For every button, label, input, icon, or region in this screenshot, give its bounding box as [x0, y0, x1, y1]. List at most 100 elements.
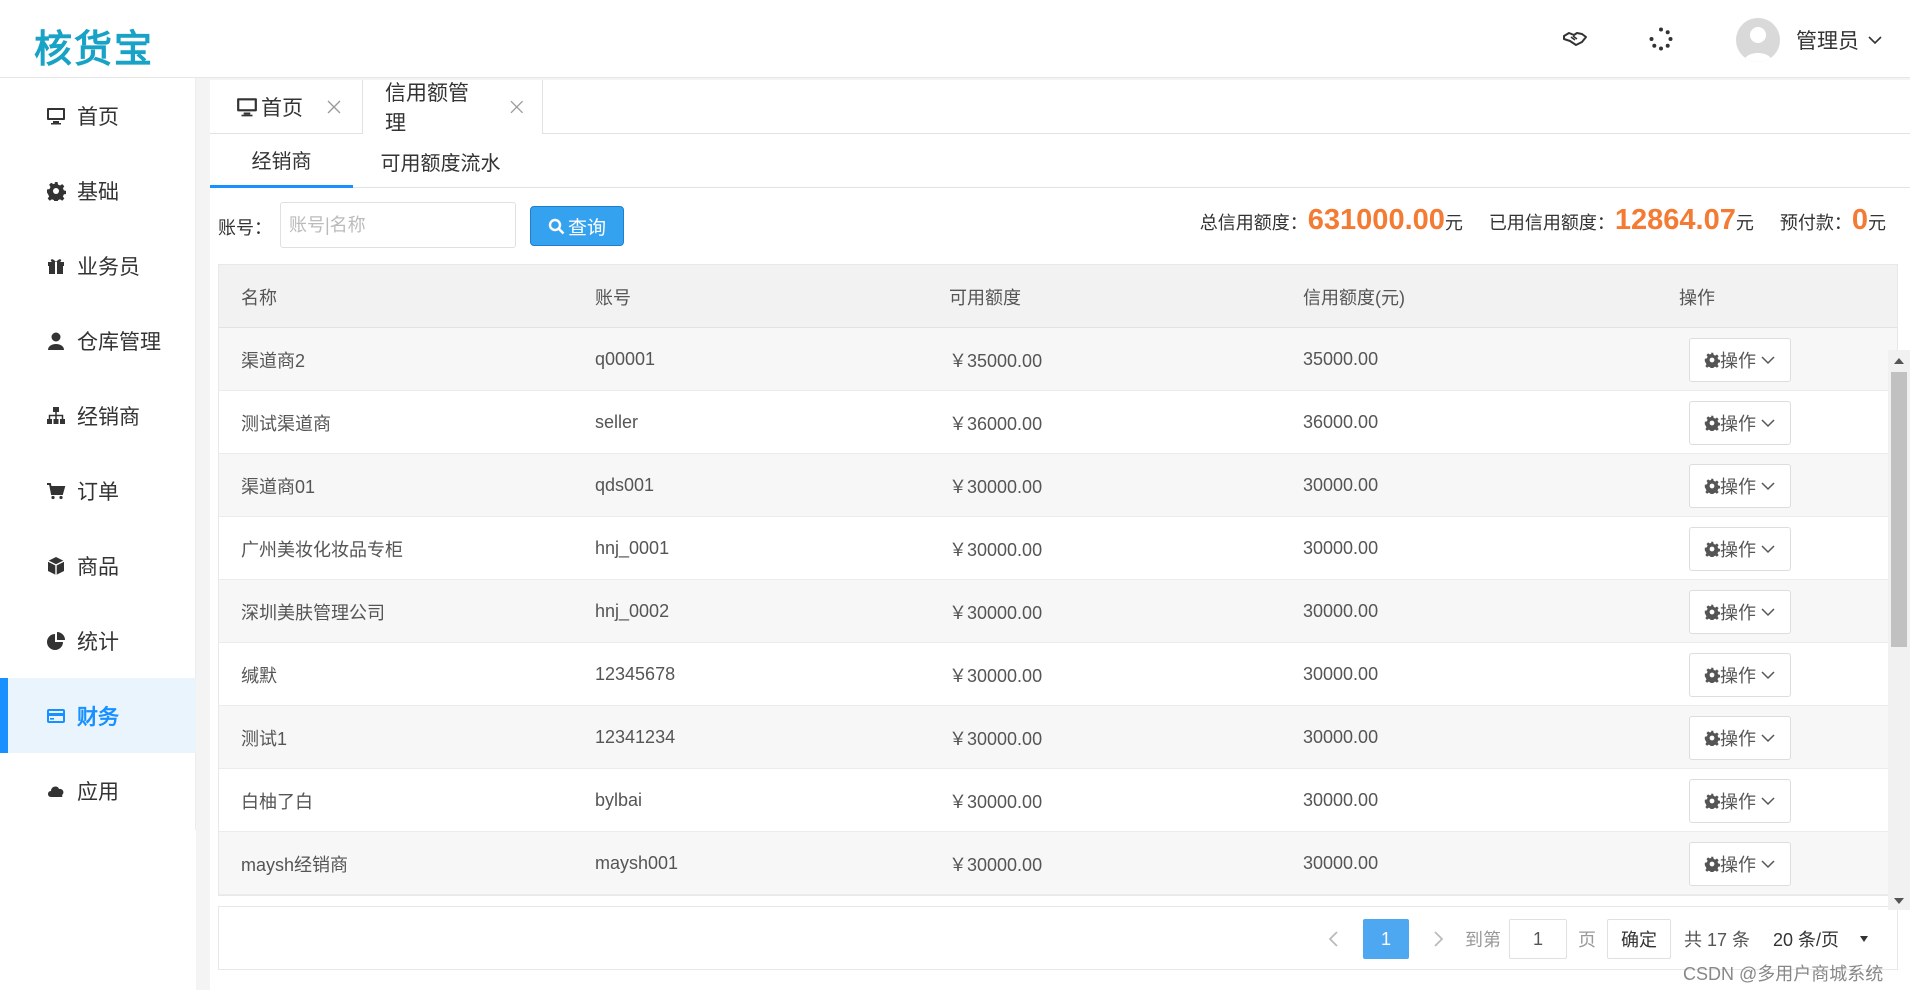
sidebar-item-warehouse[interactable]: 仓库管理 — [8, 303, 196, 378]
app-logo[interactable]: 核货宝 — [34, 18, 154, 73]
cell-available: ￥30000.00 — [949, 854, 1043, 875]
prepaid-label: 预付款： — [1779, 213, 1852, 233]
cell-name: maysh经销商 — [241, 854, 349, 875]
search-input[interactable] — [280, 202, 516, 248]
row-action-button[interactable]: 操作 — [1689, 842, 1791, 886]
search-button[interactable]: 查询 — [530, 206, 624, 246]
tab-label: 信用额管理 — [385, 82, 469, 135]
tab-label: 首页 — [261, 97, 303, 120]
cell-account: maysh001 — [595, 853, 679, 873]
table-row: 缄默 12345678 ￥30000.00 30000.00 操作 — [219, 643, 1897, 706]
handshake-icon[interactable] — [1560, 24, 1590, 54]
prepaid-value: 0 — [1851, 204, 1868, 236]
scroll-down-icon[interactable] — [1893, 896, 1905, 906]
row-action-label: 操作 — [1720, 792, 1756, 812]
close-icon[interactable] — [327, 100, 341, 114]
cell-account: 12345678 — [595, 664, 676, 684]
cell-credit: 30000.00 — [1303, 601, 1379, 621]
gear-icon — [1704, 730, 1720, 746]
chevron-down-icon — [1761, 356, 1775, 365]
gear-icon — [1704, 793, 1720, 809]
prev-page-button[interactable] — [1319, 919, 1349, 959]
sidebar-item-finance[interactable]: 财务 — [0, 678, 196, 753]
gear-icon — [1704, 478, 1720, 494]
card-icon — [45, 705, 67, 727]
top-bar: 核货宝 管理员 — [0, 0, 1910, 78]
sidebar-item-label: 仓库管理 — [77, 330, 161, 354]
loading-icon[interactable] — [1646, 24, 1676, 54]
sidebar-item-products[interactable]: 商品 — [8, 528, 196, 603]
cube-icon — [45, 555, 67, 577]
row-action-button[interactable]: 操作 — [1689, 779, 1791, 823]
cell-credit: 30000.00 — [1303, 790, 1379, 810]
row-action-button[interactable]: 操作 — [1689, 653, 1791, 697]
goto-page-input[interactable]: 1 — [1509, 919, 1567, 959]
sidebar-item-dealer[interactable]: 经销商 — [8, 378, 196, 453]
column-header-account: 账号 — [595, 287, 631, 308]
row-action-button[interactable]: 操作 — [1689, 401, 1791, 445]
row-action-button[interactable]: 操作 — [1689, 464, 1791, 508]
cell-name: 测试1 — [241, 728, 288, 749]
page-suffix-label: 页 — [1578, 930, 1596, 950]
row-action-button[interactable]: 操作 — [1689, 527, 1791, 571]
scroll-up-icon[interactable] — [1893, 356, 1905, 366]
page-size-select[interactable]: 20 条/页 — [1765, 919, 1877, 959]
sidebar-item-statistics[interactable]: 统计 — [8, 603, 196, 678]
tab-credit-management[interactable]: 信用额管理 — [363, 80, 543, 135]
row-action-label: 操作 — [1720, 477, 1756, 497]
user-menu[interactable]: 管理员 — [1736, 18, 1883, 62]
sidebar-item-salesman[interactable]: 业务员 — [8, 228, 196, 303]
close-icon[interactable] — [510, 100, 524, 114]
search-button-label: 查询 — [567, 217, 606, 239]
cell-name: 渠道商2 — [241, 350, 306, 371]
page-number-current[interactable]: 1 — [1363, 919, 1409, 959]
page-size-value: 20 条/页 — [1773, 930, 1840, 950]
tab-home[interactable]: 首页 — [210, 80, 363, 134]
scrollbar-thumb[interactable] — [1891, 372, 1907, 647]
row-action-label: 操作 — [1720, 414, 1756, 434]
cell-account: hnj_0001 — [595, 538, 670, 558]
user-icon — [45, 330, 67, 352]
cell-available: ￥35000.00 — [949, 350, 1043, 371]
chevron-down-icon — [1868, 36, 1882, 45]
page-scrollbar[interactable] — [1888, 350, 1910, 910]
user-name: 管理员 — [1796, 30, 1859, 53]
monitor-icon — [45, 105, 67, 127]
subtab-dealer[interactable]: 经销商 — [210, 134, 353, 188]
sidebar-item-label: 订单 — [77, 480, 119, 504]
row-action-label: 操作 — [1720, 855, 1756, 875]
next-page-button[interactable] — [1423, 919, 1453, 959]
sidebar-item-label: 首页 — [77, 105, 119, 129]
goto-confirm-button[interactable]: 确定 — [1607, 919, 1671, 959]
sidebar-item-home[interactable]: 首页 — [8, 78, 196, 153]
sidebar-item-orders[interactable]: 订单 — [8, 453, 196, 528]
chevron-down-icon — [1761, 734, 1775, 743]
cell-name: 缄默 — [241, 665, 277, 686]
cell-name: 广州美妆化妆品专柜 — [241, 539, 403, 560]
column-header-action: 操作 — [1679, 287, 1715, 308]
cell-name: 白柚了白 — [241, 791, 313, 812]
row-action-label: 操作 — [1720, 666, 1756, 686]
row-action-button[interactable]: 操作 — [1689, 590, 1791, 634]
table-row: 广州美妆化妆品专柜 hnj_0001 ￥30000.00 30000.00 操作 — [219, 517, 1897, 580]
total-credit-label: 总信用额度： — [1199, 213, 1308, 233]
goto-label: 到第 — [1465, 930, 1501, 950]
chevron-left-icon — [1328, 931, 1338, 947]
column-header-credit: 信用额度(元) — [1303, 287, 1405, 308]
chevron-down-icon — [1761, 545, 1775, 554]
unit-label: 元 — [1444, 213, 1463, 233]
row-action-button[interactable]: 操作 — [1689, 338, 1791, 382]
sidebar-item-label: 应用 — [77, 780, 119, 804]
cell-available: ￥36000.00 — [949, 413, 1043, 434]
sidebar-item-label: 经销商 — [77, 405, 140, 429]
sidebar-item-basic[interactable]: 基础 — [8, 153, 196, 228]
column-header-available: 可用额度 — [949, 287, 1021, 308]
row-action-button[interactable]: 操作 — [1689, 716, 1791, 760]
sidebar-item-label: 业务员 — [77, 255, 140, 279]
cell-account: hnj_0002 — [595, 601, 670, 621]
sidebar-item-label: 统计 — [77, 630, 119, 654]
sidebar-item-apps[interactable]: 应用 — [8, 753, 196, 828]
row-action-label: 操作 — [1720, 351, 1756, 371]
sidebar: 首页 基础 业务员 仓库管理 经销商 订单 商品 统计 财务 应用 — [0, 78, 196, 830]
subtab-available-credit-flow[interactable]: 可用额度流水 — [353, 134, 528, 188]
